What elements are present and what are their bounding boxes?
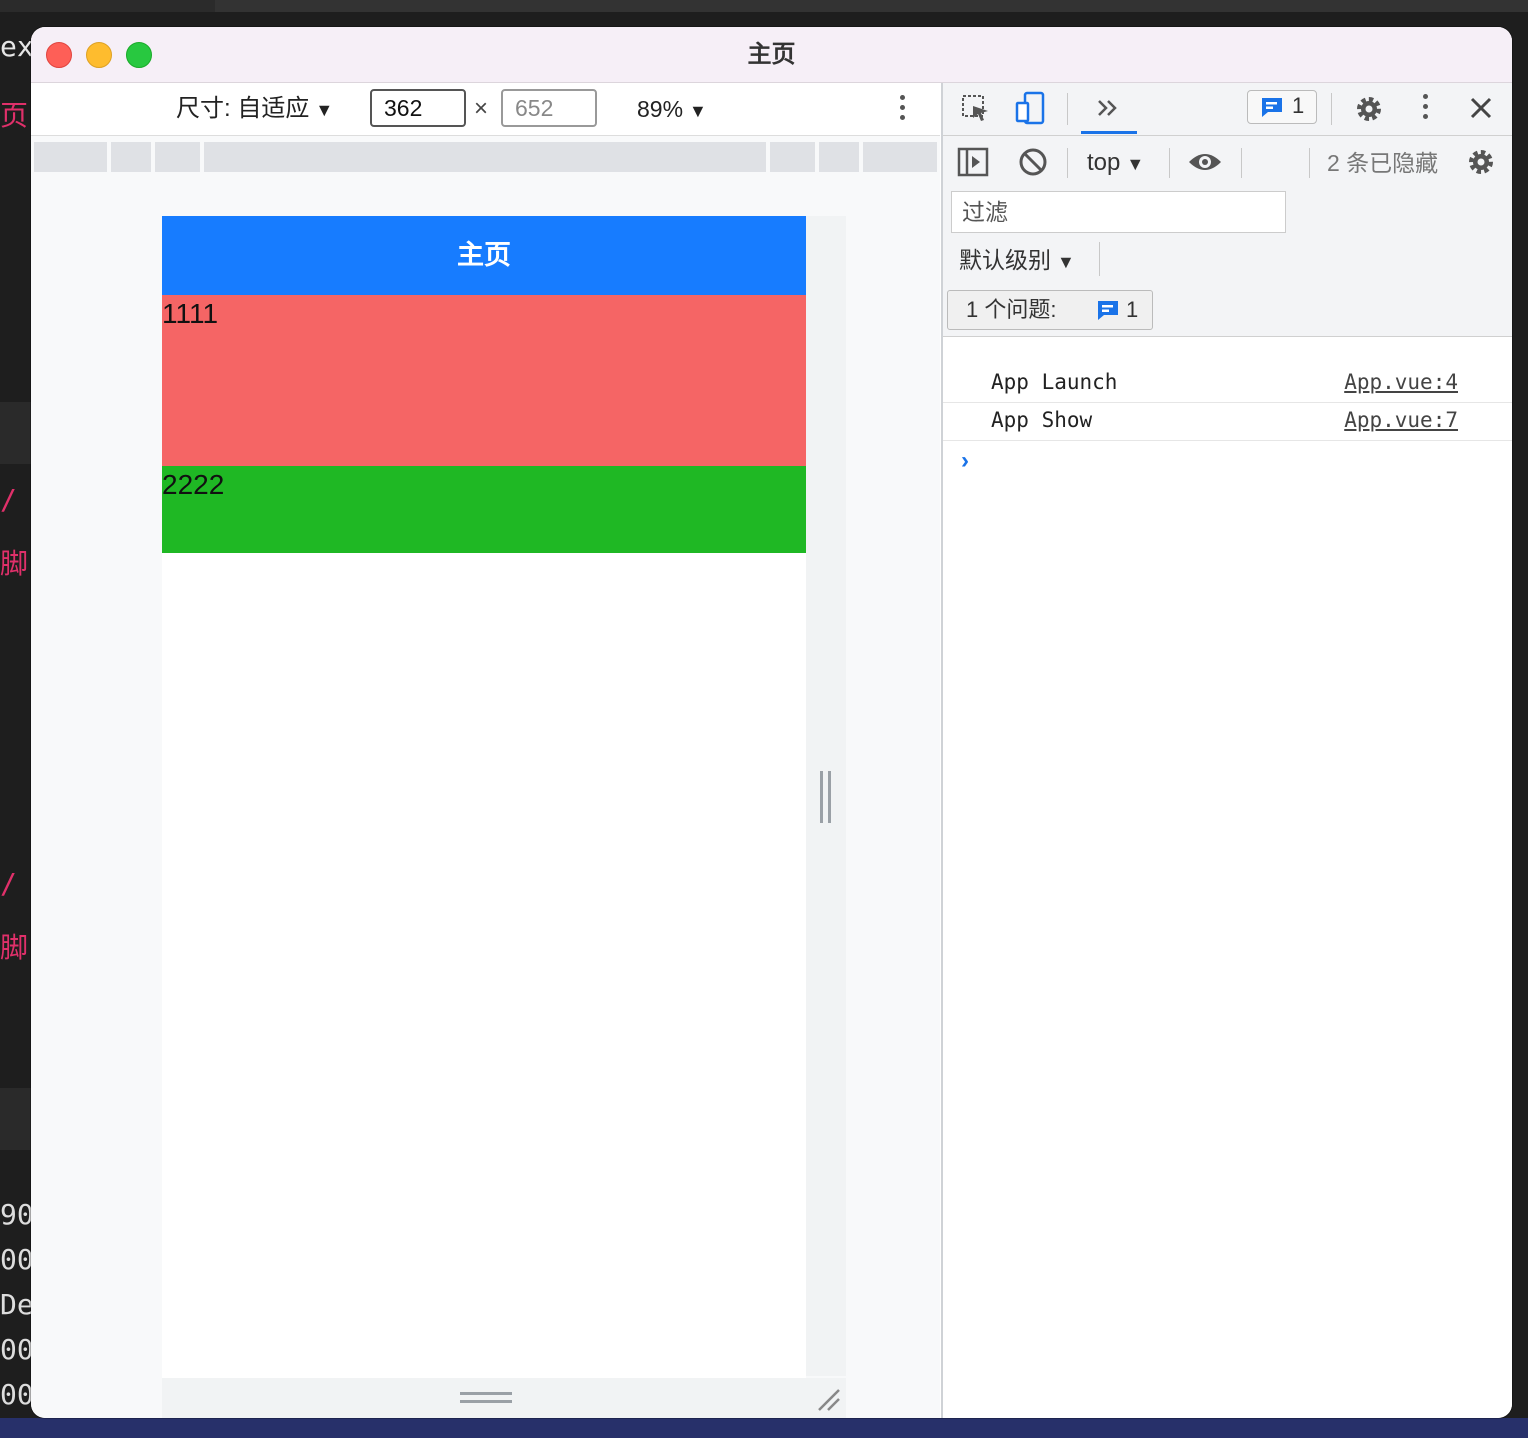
toolbar-separator [1169, 148, 1170, 178]
device-viewport: 主页 1111 2222 [162, 216, 806, 1378]
live-expression-eye-icon[interactable] [1187, 148, 1223, 176]
device-toggle-icon[interactable] [1015, 91, 1047, 125]
device-width-input[interactable]: 362 [370, 89, 466, 127]
messages-badge-button[interactable]: 1 [1247, 90, 1317, 124]
console-toolbar: top ▼ 2 条已隐藏 过滤 默认级别 ▼ 1 个问题: 1 [943, 136, 1512, 337]
media-query-segment[interactable] [819, 142, 859, 172]
log-levels-label: 默认级别 [959, 247, 1051, 273]
editor-fragment: ex [0, 30, 34, 63]
editor-fragment: 脚 [0, 547, 29, 580]
vertical-grip-icon [820, 771, 832, 823]
console-log-row: App Show App.vue:7 [943, 402, 1512, 441]
messages-badge-count: 1 [1292, 93, 1305, 118]
toolbar-separator [1067, 148, 1068, 178]
hidden-messages-count: 2 条已隐藏 [1327, 150, 1439, 176]
dimensions-dropdown[interactable]: 尺寸: 自适应 ▼ [176, 93, 333, 126]
corner-resize-icon[interactable] [815, 1386, 841, 1412]
media-query-segment[interactable] [111, 142, 151, 172]
issue-message-icon [1098, 301, 1118, 320]
toolbar-separator [1309, 148, 1310, 178]
devtools-pane: 1 top ▼ 2 条已隐藏 过滤 默认级别 ▼ 1 个问题: 1 App La… [941, 83, 1512, 1418]
media-query-segment[interactable] [863, 142, 937, 172]
viewport-width-resizer[interactable] [806, 216, 846, 1376]
active-tab-indicator [1081, 131, 1137, 134]
editor-tab-strip [215, 0, 1528, 12]
log-source-link[interactable]: App.vue:7 [1344, 408, 1458, 432]
terminal-fragment: 00 [0, 1378, 34, 1411]
terminal-fragment: 90 [0, 1198, 34, 1231]
media-query-segment[interactable] [155, 142, 200, 172]
console-settings-gear-icon[interactable] [1465, 146, 1497, 178]
green-box-text: 2222 [162, 469, 225, 500]
toolbar-separator [1241, 148, 1242, 178]
media-query-bar[interactable] [34, 142, 937, 172]
close-devtools-icon[interactable] [1469, 96, 1493, 120]
device-toolbar: 尺寸: 自适应 ▼ 362 × 652 89% ▼ [31, 83, 940, 136]
terminal-fragment: 00 [0, 1333, 34, 1366]
clear-console-icon[interactable] [1017, 146, 1049, 178]
media-query-segment[interactable] [770, 142, 815, 172]
log-message: App Show [991, 408, 1093, 432]
settings-gear-icon[interactable] [1353, 93, 1385, 125]
more-tabs-chevron-icon[interactable] [1095, 97, 1121, 119]
log-message: App Launch [991, 370, 1118, 394]
toolbar-separator [1099, 242, 1100, 276]
issues-label: 1 个问题: [966, 297, 1057, 322]
toolbar-separator [1331, 93, 1332, 125]
zoom-value: 89% [637, 96, 684, 122]
editor-status-bar [0, 1418, 1528, 1438]
console-prompt-chevron-icon[interactable]: › [961, 447, 969, 475]
dimensions-label: 尺寸: 自适应 [176, 95, 310, 122]
editor-fragment: 脚 [0, 931, 29, 964]
dropdown-arrow-icon: ▼ [1126, 154, 1145, 174]
media-query-segment[interactable] [34, 142, 107, 172]
red-box: 1111 [162, 295, 806, 466]
context-label: top [1087, 149, 1121, 176]
dropdown-arrow-icon: ▼ [689, 101, 707, 121]
red-box-text: 1111 [162, 298, 219, 329]
editor-band [0, 1088, 34, 1150]
devtools-menu-icon[interactable] [1419, 94, 1431, 124]
console-filter-input[interactable]: 过滤 [951, 191, 1286, 233]
toolbar-separator [1067, 93, 1068, 125]
issues-count: 1 [1126, 297, 1139, 322]
browser-window: 主页 尺寸: 自适应 ▼ 362 × 652 89% ▼ 主页 1111 222… [31, 27, 1512, 1418]
editor-band [0, 402, 34, 464]
device-emulation-pane: 尺寸: 自适应 ▼ 362 × 652 89% ▼ 主页 1111 2222 [31, 83, 940, 1418]
inspect-element-icon[interactable] [961, 94, 991, 124]
viewport-height-resizer[interactable] [162, 1378, 846, 1418]
editor-fragment: 页 [0, 99, 29, 132]
dropdown-arrow-icon: ▼ [1057, 252, 1075, 272]
message-icon [1262, 98, 1282, 117]
horizontal-grip-icon [460, 1392, 512, 1404]
dropdown-arrow-icon: ▼ [315, 100, 334, 120]
context-selector[interactable]: top ▼ [1087, 148, 1144, 179]
title-bar: 主页 [31, 27, 1512, 83]
media-query-segment[interactable] [204, 142, 766, 172]
console-log-row: App Launch App.vue:4 [943, 364, 1512, 403]
more-options-icon[interactable] [896, 95, 908, 125]
issues-button[interactable]: 1 个问题: 1 [947, 290, 1153, 330]
log-source-link[interactable]: App.vue:4 [1344, 370, 1458, 394]
devtools-main-toolbar: 1 [943, 83, 1512, 136]
green-box: 2222 [162, 466, 806, 553]
times-sign: × [474, 95, 489, 122]
window-title: 主页 [747, 41, 796, 68]
page-nav-title: 主页 [162, 216, 806, 295]
device-height-input[interactable]: 652 [501, 89, 597, 127]
zoom-dropdown[interactable]: 89% ▼ [637, 93, 707, 127]
log-levels-dropdown[interactable]: 默认级别 ▼ [959, 244, 1075, 278]
show-sidebar-icon[interactable] [957, 146, 989, 178]
terminal-fragment: 00 [0, 1243, 34, 1276]
